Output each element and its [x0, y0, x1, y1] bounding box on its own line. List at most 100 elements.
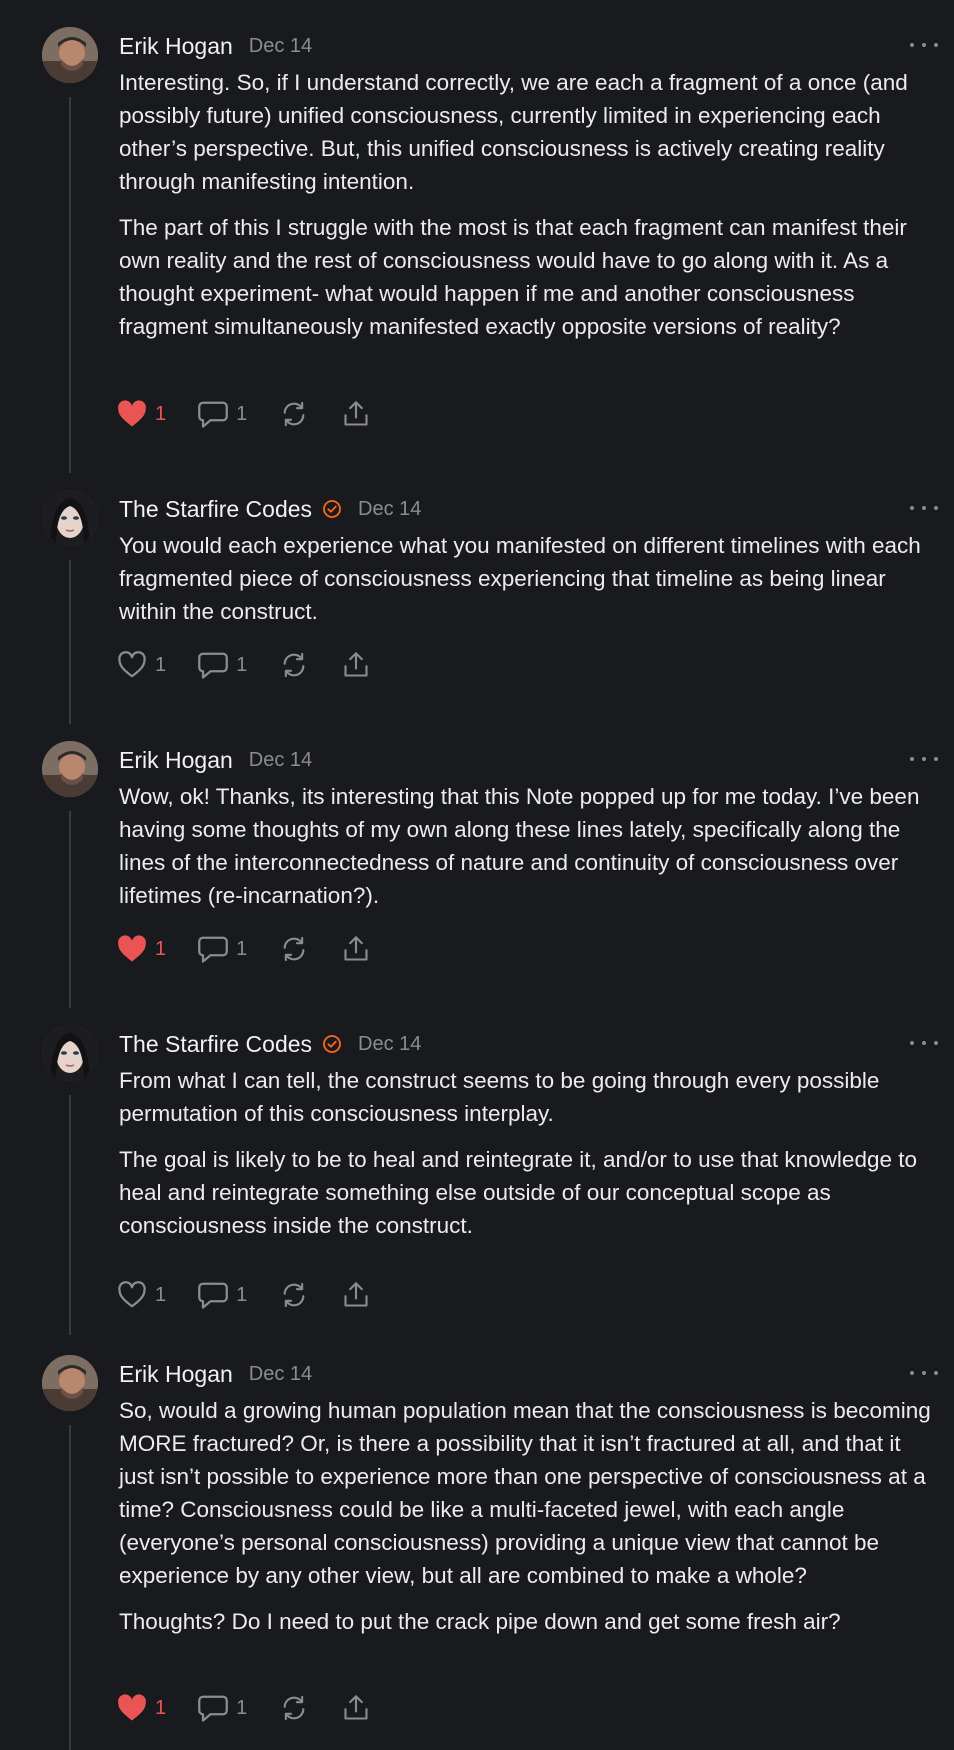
share-button[interactable] — [341, 1281, 371, 1309]
comment-count: 1 — [236, 653, 248, 676]
note-paragraph: The goal is likely to be to heal and rei… — [119, 1147, 918, 1238]
note-date[interactable]: Dec 14 — [358, 1033, 421, 1056]
speech-bubble-icon — [198, 400, 228, 428]
note-header: The Starfire Codes Dec 14 — [119, 1029, 421, 1059]
thread-line — [69, 811, 71, 1008]
comment-count: 1 — [236, 1696, 248, 1719]
thread-line — [69, 97, 71, 473]
more-options-icon[interactable] — [910, 1363, 938, 1383]
note-body: Wow, ok! Thanks, its interesting that th… — [119, 780, 937, 925]
like-button[interactable]: 1 — [117, 1281, 166, 1309]
share-icon — [341, 651, 371, 679]
more-options-icon[interactable] — [910, 749, 938, 769]
note-actions: 1 1 — [117, 1693, 403, 1723]
speech-bubble-icon — [198, 935, 228, 963]
avatar-erik-hogan[interactable] — [42, 27, 98, 83]
like-count: 1 — [155, 653, 167, 676]
note-body: So, would a growing human population mea… — [119, 1394, 937, 1651]
comment-count: 1 — [236, 402, 248, 425]
like-button[interactable]: 1 — [117, 1694, 166, 1722]
note-actions: 1 1 — [117, 399, 403, 429]
restack-button[interactable] — [279, 400, 309, 428]
note-paragraph: From what I can tell, the construct seem… — [119, 1068, 880, 1126]
note-date[interactable]: Dec 14 — [249, 1363, 312, 1386]
note-body: Interesting. So, if I understand correct… — [119, 66, 937, 356]
like-count: 1 — [155, 1283, 167, 1306]
note-header: Erik Hogan Dec 14 — [119, 745, 312, 775]
more-options-icon[interactable] — [910, 498, 938, 518]
avatar-the-starfire-codes[interactable] — [42, 490, 98, 546]
restack-icon — [279, 935, 309, 963]
author-name[interactable]: The Starfire Codes — [119, 496, 312, 523]
comment-button[interactable]: 1 — [198, 935, 247, 963]
share-icon — [341, 1694, 371, 1722]
heart-icon — [117, 651, 147, 679]
avatar-erik-hogan[interactable] — [42, 1355, 98, 1411]
thread-line — [69, 560, 71, 724]
author-name[interactable]: Erik Hogan — [119, 33, 233, 60]
notes-thread: Erik Hogan Dec 14 Interesting. So, if I … — [0, 0, 954, 1750]
author-name[interactable]: Erik Hogan — [119, 1361, 233, 1388]
share-button[interactable] — [341, 400, 371, 428]
share-icon — [341, 400, 371, 428]
note-paragraph: So, would a growing human population mea… — [119, 1398, 931, 1588]
restack-icon — [279, 651, 309, 679]
share-icon — [341, 935, 371, 963]
heart-icon — [117, 400, 147, 428]
speech-bubble-icon — [198, 1281, 228, 1309]
note-header: Erik Hogan Dec 14 — [119, 31, 312, 61]
thread-line — [69, 1425, 71, 1750]
more-options-icon[interactable] — [910, 1033, 938, 1053]
heart-icon — [117, 1281, 147, 1309]
share-button[interactable] — [341, 1694, 371, 1722]
restack-icon — [279, 1694, 309, 1722]
comment-button[interactable]: 1 — [198, 1281, 247, 1309]
avatar-erik-hogan[interactable] — [42, 741, 98, 797]
share-icon — [341, 1281, 371, 1309]
like-button[interactable]: 1 — [117, 935, 166, 963]
author-name[interactable]: The Starfire Codes — [119, 1031, 312, 1058]
like-count: 1 — [155, 402, 167, 425]
note-paragraph: You would each experience what you manif… — [119, 533, 921, 624]
note-body: From what I can tell, the construct seem… — [119, 1064, 937, 1255]
note-paragraph: Interesting. So, if I understand correct… — [119, 70, 908, 194]
comment-button[interactable]: 1 — [198, 400, 247, 428]
verified-check-icon — [322, 1034, 342, 1054]
like-button[interactable]: 1 — [117, 400, 166, 428]
like-button[interactable]: 1 — [117, 651, 166, 679]
note-header: The Starfire Codes Dec 14 — [119, 494, 421, 524]
share-button[interactable] — [341, 651, 371, 679]
note-paragraph: Thoughts? Do I need to put the crack pip… — [119, 1609, 841, 1634]
speech-bubble-icon — [198, 1694, 228, 1722]
avatar-the-starfire-codes[interactable] — [42, 1025, 98, 1081]
note-paragraph: Wow, ok! Thanks, its interesting that th… — [119, 784, 920, 908]
comment-count: 1 — [236, 937, 248, 960]
author-name[interactable]: Erik Hogan — [119, 747, 233, 774]
share-button[interactable] — [341, 935, 371, 963]
note-paragraph: The part of this I struggle with the mos… — [119, 215, 907, 339]
note-body: You would each experience what you manif… — [119, 529, 937, 641]
note-actions: 1 1 — [117, 650, 403, 680]
note-actions: 1 1 — [117, 1280, 403, 1310]
restack-button[interactable] — [279, 1281, 309, 1309]
comment-button[interactable]: 1 — [198, 1694, 247, 1722]
more-options-icon[interactable] — [910, 35, 938, 55]
note-header: Erik Hogan Dec 14 — [119, 1359, 312, 1389]
restack-button[interactable] — [279, 935, 309, 963]
note-date[interactable]: Dec 14 — [358, 498, 421, 521]
note-date[interactable]: Dec 14 — [249, 749, 312, 772]
heart-icon — [117, 935, 147, 963]
heart-icon — [117, 1694, 147, 1722]
note-actions: 1 1 — [117, 934, 403, 964]
restack-icon — [279, 1281, 309, 1309]
restack-button[interactable] — [279, 1694, 309, 1722]
comment-button[interactable]: 1 — [198, 651, 247, 679]
note-date[interactable]: Dec 14 — [249, 35, 312, 58]
restack-icon — [279, 400, 309, 428]
thread-line — [69, 1095, 71, 1335]
speech-bubble-icon — [198, 651, 228, 679]
comment-count: 1 — [236, 1283, 248, 1306]
verified-check-icon — [322, 499, 342, 519]
restack-button[interactable] — [279, 651, 309, 679]
like-count: 1 — [155, 937, 167, 960]
